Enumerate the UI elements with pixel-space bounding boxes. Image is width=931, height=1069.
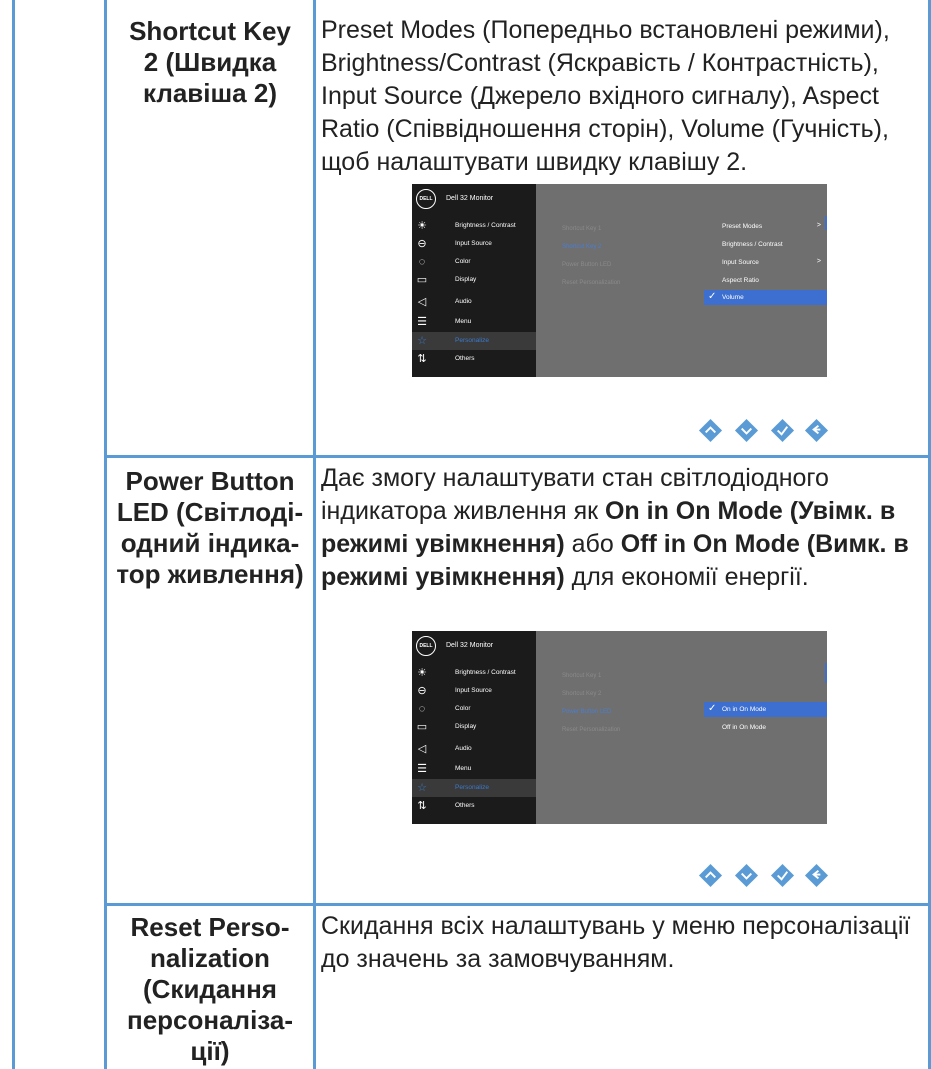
osd-title: Dell 32 Monitor — [446, 195, 494, 202]
row-divider-2 — [104, 903, 931, 906]
chevron-right-icon: > — [816, 258, 821, 265]
osd-menu-item: ☀ Brightness / Contrast — [417, 667, 516, 679]
table-border-left — [12, 0, 15, 1069]
osd-screenshot-power-button-led: DELL Dell 32 Monitor ☀ Brightness / Contr… — [412, 631, 827, 824]
osd-main-menu: DELL Dell 32 Monitor ☀ Brightness / Contr… — [412, 631, 536, 824]
osd-option: Aspect Ratio — [722, 277, 759, 284]
osd-submenu-item: Shortcut Key 1 — [562, 673, 602, 679]
row-desc-reset-personalization: Скидання всіх налаштувань у меню персона… — [321, 912, 911, 973]
audio-icon: ◁ — [417, 296, 427, 308]
chevron-right-icon: > — [816, 222, 821, 229]
color-icon: ◌ — [418, 703, 426, 715]
osd-menu-item: ☀ Brightness / Contrast — [417, 220, 516, 232]
osd-submenu-item-selected: Power Button LED — [562, 709, 612, 715]
osd-menu-item: ⊖ Input Source — [417, 685, 492, 697]
osd-option: Brightness / Contrast — [722, 241, 783, 248]
dell-logo: DELL — [416, 636, 436, 656]
osd-menu-item: ☰ Menu — [417, 316, 472, 328]
display-icon: ▭ — [416, 274, 428, 286]
osd-option-selected: ✓ On in On Mode — [704, 702, 827, 717]
osd-options: ✓ On in On Mode Off in On Mode — [704, 631, 827, 824]
osd-submenu-item: Shortcut Key 2 — [562, 691, 602, 697]
up-icon — [698, 418, 723, 443]
star-icon: ☆ — [417, 782, 427, 794]
osd-menu-item: ▭ Display — [416, 274, 477, 286]
display-icon: ▭ — [416, 721, 428, 733]
brightness-icon: ☀ — [417, 667, 427, 679]
osd-menu-item-active: ☆ Personalize — [412, 332, 536, 350]
back-icon — [804, 863, 829, 888]
osd-menu-item: ☰ Menu — [417, 763, 472, 775]
table-border-col1 — [104, 0, 107, 1069]
confirm-icon — [770, 863, 795, 888]
osd-option-selected: ✓ Volume — [704, 290, 827, 305]
osd-menu-item: ⇅ Others — [417, 800, 475, 812]
osd-menu-item: ⇅ Others — [417, 353, 475, 365]
osd-submenu-item-selected: Shortcut Key 2 — [562, 244, 602, 250]
osd-option: Input Source > — [722, 258, 821, 266]
osd-options: Preset Modes > Brightness / Contrast Inpu… — [704, 184, 827, 377]
osd-menu-item: ◁ Audio — [417, 296, 472, 308]
menu-icon: ☰ — [417, 316, 427, 328]
osd-menu-item: ⊖ Input Source — [417, 238, 492, 250]
audio-icon: ◁ — [417, 743, 427, 755]
down-icon — [734, 418, 759, 443]
osd-option: Preset Modes > — [722, 222, 821, 230]
osd-submenu-item: Power Button LED — [562, 262, 612, 268]
others-icon: ⇅ — [417, 353, 427, 365]
osd-submenu: Shortcut Key 1 Shortcut Key 2 Power Butt… — [536, 631, 704, 824]
osd-menu-item-active: ☆ Personalize — [412, 779, 536, 797]
check-icon: ✓ — [708, 291, 717, 302]
down-icon — [734, 863, 759, 888]
osd-main-menu: DELL Dell 32 Monitor ☀ Brightness / Contr… — [412, 184, 536, 377]
osd-menu-item: ◌ Color — [412, 253, 536, 271]
osd-scrollbar — [825, 216, 827, 230]
row-desc-power-button-led: Дає змогу налаштувати стан світлодіодног… — [321, 464, 909, 591]
row-divider-1 — [104, 455, 931, 458]
osd-nav-buttons — [698, 863, 830, 889]
osd-menu-item: ▭ Display — [416, 721, 477, 733]
menu-icon: ☰ — [417, 763, 427, 775]
back-icon — [804, 418, 829, 443]
others-icon: ⇅ — [417, 800, 427, 812]
osd-submenu-item: Reset Personalization — [562, 727, 621, 733]
osd-submenu-item: Shortcut Key 1 — [562, 226, 602, 232]
osd-option: Off in On Mode — [722, 724, 766, 731]
osd-screenshot-shortcut-key-2: DELL Dell 32 Monitor ☀ Brightness / Contr… — [412, 184, 827, 377]
confirm-icon — [770, 418, 795, 443]
osd-menu-item: ◌ Color — [412, 700, 536, 718]
dell-logo: DELL — [416, 189, 436, 209]
row-desc-shortcut-key-2: Preset Modes (Попередньо встановлені реж… — [321, 16, 890, 176]
osd-scrollbar — [825, 663, 827, 683]
osd-submenu-item: Reset Personalization — [562, 280, 621, 286]
table-border-col2 — [313, 0, 316, 1069]
brightness-icon: ☀ — [417, 220, 427, 232]
input-source-icon: ⊖ — [417, 238, 427, 250]
color-icon: ◌ — [418, 256, 426, 268]
osd-menu-item: ◁ Audio — [417, 743, 472, 755]
row-label-shortcut-key-2: Shortcut Key 2 (Швидка клавіша 2) — [129, 16, 291, 108]
star-icon: ☆ — [417, 335, 427, 347]
osd-submenu: Shortcut Key 1 Shortcut Key 2 Power Butt… — [536, 184, 704, 377]
up-icon — [698, 863, 723, 888]
check-icon: ✓ — [708, 703, 717, 714]
osd-nav-buttons — [698, 418, 830, 444]
osd-title: Dell 32 Monitor — [446, 642, 494, 649]
row-label-power-button-led: Power Button LED (Світлоді- одний індика… — [116, 466, 304, 589]
input-source-icon: ⊖ — [417, 685, 427, 697]
row-label-reset-personalization: Reset Perso- nalization (Скидання персон… — [127, 912, 293, 1066]
